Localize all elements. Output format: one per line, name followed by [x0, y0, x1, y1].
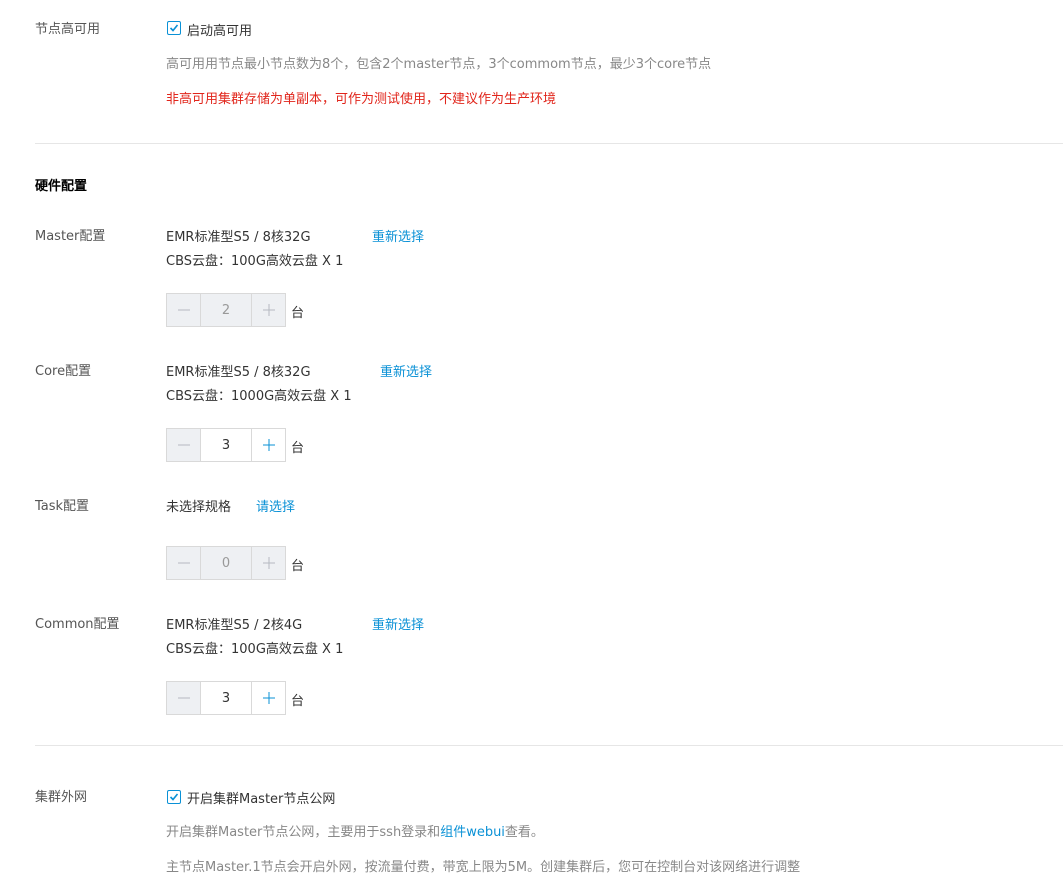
common-quantity-stepper[interactable]: 3: [166, 681, 286, 715]
core-spec: EMR标准型S5 / 8核32G: [166, 365, 311, 380]
common-decrease-button[interactable]: [167, 682, 201, 714]
network-hint-prefix: 开启集群Master节点公网，主要用于ssh登录和: [166, 825, 441, 840]
task-select-link[interactable]: 请选择: [256, 496, 295, 515]
task-quantity-value[interactable]: 0: [201, 547, 251, 579]
common-unit: 台: [291, 694, 305, 709]
minus-icon: [177, 562, 190, 564]
ha-warning: 非高可用集群存储为单副本，可作为测试使用，不建议作为生产环境: [166, 92, 557, 107]
core-quantity-value[interactable]: 3: [201, 429, 251, 461]
core-increase-button[interactable]: [251, 429, 285, 461]
plus-icon: [262, 439, 275, 451]
network-hint-suffix: 查看。: [504, 825, 544, 840]
core-disk: CBS云盘：1000G高效云盘 X 1: [166, 389, 352, 404]
network-hint: 开启集群Master节点公网，主要用于ssh登录和组件webui查看。: [166, 821, 544, 840]
task-spec: 未选择规格: [166, 500, 232, 515]
master-increase-button[interactable]: [251, 294, 285, 326]
section-divider: [35, 143, 1063, 144]
common-increase-button[interactable]: [251, 682, 285, 714]
check-icon: [169, 793, 179, 801]
minus-icon: [177, 697, 190, 699]
master-spec: EMR标准型S5 / 8核32G: [166, 230, 311, 245]
ha-checkbox[interactable]: [167, 21, 181, 35]
ha-hint: 高可用用节点最小节点数为8个，包含2个master节点，3个commom节点，最…: [166, 57, 712, 72]
common-config-label: Common配置: [35, 617, 120, 632]
minus-icon: [177, 444, 190, 446]
master-quantity-stepper[interactable]: 2: [166, 293, 286, 327]
plus-icon: [262, 304, 275, 316]
network-label: 集群外网: [35, 790, 88, 805]
plus-icon: [262, 557, 275, 569]
master-reselect-link[interactable]: 重新选择: [372, 226, 424, 245]
task-increase-button[interactable]: [251, 547, 285, 579]
core-unit: 台: [291, 441, 305, 456]
core-config-label: Core配置: [35, 364, 92, 379]
task-config-label: Task配置: [35, 499, 90, 514]
common-disk: CBS云盘：100G高效云盘 X 1: [166, 642, 344, 657]
minus-icon: [177, 309, 190, 311]
task-decrease-button[interactable]: [167, 547, 201, 579]
network-note: 主节点Master.1节点会开启外网，按流量付费，带宽上限为5M。创建集群后，您…: [166, 860, 801, 875]
core-decrease-button[interactable]: [167, 429, 201, 461]
common-reselect-link[interactable]: 重新选择: [372, 614, 424, 633]
task-unit: 台: [291, 559, 305, 574]
common-quantity-value[interactable]: 3: [201, 682, 251, 714]
hardware-section-title: 硬件配置: [35, 179, 88, 194]
core-reselect-link[interactable]: 重新选择: [380, 361, 432, 380]
check-icon: [169, 24, 179, 32]
task-quantity-stepper[interactable]: 0: [166, 546, 286, 580]
public-network-checkbox[interactable]: [167, 790, 181, 804]
master-unit: 台: [291, 306, 305, 321]
ha-label: 节点高可用: [35, 22, 101, 37]
master-quantity-value[interactable]: 2: [201, 294, 251, 326]
master-config-label: Master配置: [35, 229, 106, 244]
common-spec: EMR标准型S5 / 2核4G: [166, 618, 303, 633]
webui-link[interactable]: 组件webui: [440, 825, 505, 840]
ha-checkbox-label[interactable]: 启动高可用: [187, 20, 252, 39]
core-quantity-stepper[interactable]: 3: [166, 428, 286, 462]
master-decrease-button[interactable]: [167, 294, 201, 326]
section-divider: [35, 745, 1063, 746]
plus-icon: [262, 692, 275, 704]
master-disk: CBS云盘：100G高效云盘 X 1: [166, 254, 344, 269]
public-network-checkbox-label[interactable]: 开启集群Master节点公网: [187, 788, 335, 807]
